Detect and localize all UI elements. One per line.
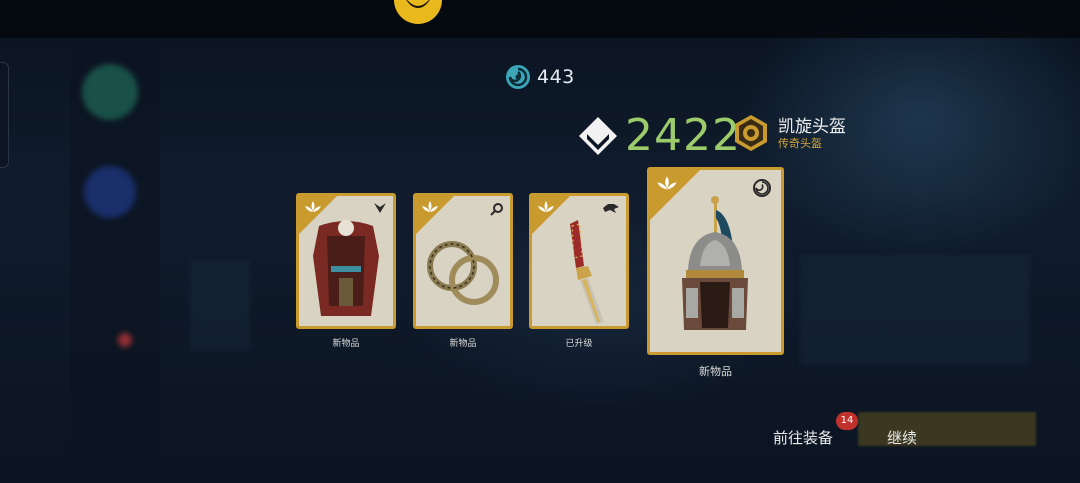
item-card-dragon-ring[interactable] [413, 193, 513, 329]
swirl-icon [753, 179, 771, 197]
top-bar [0, 0, 1080, 38]
item-card-sword[interactable] [529, 193, 629, 329]
currency-display: 443 [505, 64, 575, 90]
side-drawer-tab[interactable] [0, 62, 9, 168]
item-name: 凯旋头盔 [778, 116, 846, 137]
gear-score-value: 2422 [625, 110, 741, 161]
chevron-down-icon [374, 203, 386, 213]
continue-button[interactable]: 继续 [887, 427, 917, 448]
swirl-orb-icon [506, 65, 530, 89]
item-card-helmet[interactable] [647, 167, 784, 355]
lotus-icon [538, 201, 554, 212]
card-label: 已升级 [565, 339, 593, 349]
item-title: 凯旋头盔 传奇头盔 [732, 114, 846, 152]
lotus-icon [422, 201, 438, 212]
item-card-chest-armor[interactable] [296, 193, 396, 329]
continue-highlight [858, 412, 1036, 446]
go-to-equipment-button[interactable]: 前往装备 [773, 427, 833, 448]
bg-panel [190, 260, 250, 350]
lotus-icon [657, 176, 677, 190]
item-rarity: 传奇头盔 [778, 136, 822, 150]
diamond-chevron-icon [579, 117, 617, 155]
bg-panel [800, 255, 1030, 365]
lotus-icon [305, 201, 321, 212]
gear-score: 2422 [577, 112, 741, 160]
card-label: 新物品 [332, 339, 360, 349]
card-label: 新物品 [449, 339, 477, 349]
faction-emblem-icon [394, 0, 442, 24]
lion-crest-icon [735, 115, 767, 151]
left-rail [70, 38, 160, 483]
card-label: 新物品 [699, 365, 732, 378]
currency-value: 443 [537, 66, 575, 88]
beast-head-icon [603, 204, 619, 213]
notification-badge: 14 [836, 412, 858, 430]
magnifier-icon [490, 203, 503, 216]
